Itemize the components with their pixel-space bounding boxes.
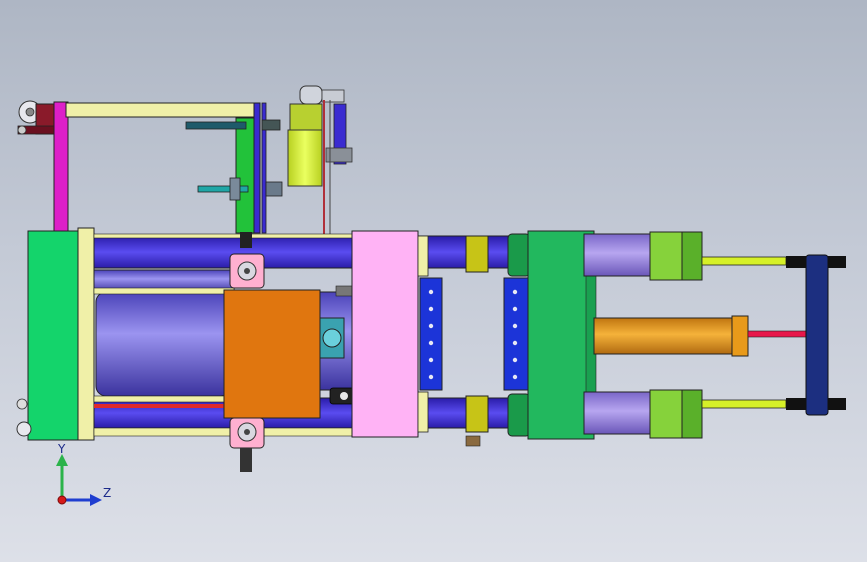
- clamp-cylinder-lower: [583, 389, 787, 439]
- clamp-cylinder-upper: [583, 231, 787, 281]
- y-axis-label: Y: [57, 442, 66, 456]
- upper-frame[interactable]: [53, 101, 283, 234]
- tie-bar-upper: [93, 233, 515, 269]
- cad-viewport[interactable]: Y Z: [0, 0, 867, 562]
- mold-half-right[interactable]: [503, 277, 529, 391]
- z-axis-label: Z: [103, 486, 111, 500]
- mold-half-left[interactable]: [419, 277, 443, 391]
- hopper-block[interactable]: [223, 289, 321, 419]
- caster-wheel-top: [17, 100, 55, 135]
- moving-platen[interactable]: [351, 230, 419, 438]
- drive-motor[interactable]: [287, 85, 353, 236]
- ejector-cylinder: [593, 315, 807, 357]
- injection-barrel: [93, 269, 235, 403]
- origin-dot: [57, 495, 67, 505]
- coordinate-triad: Y Z: [56, 442, 111, 506]
- machine-drawing: Y Z: [16, 85, 846, 506]
- injection-base[interactable]: [27, 227, 95, 441]
- barrel-clamp-bottom: [229, 417, 265, 472]
